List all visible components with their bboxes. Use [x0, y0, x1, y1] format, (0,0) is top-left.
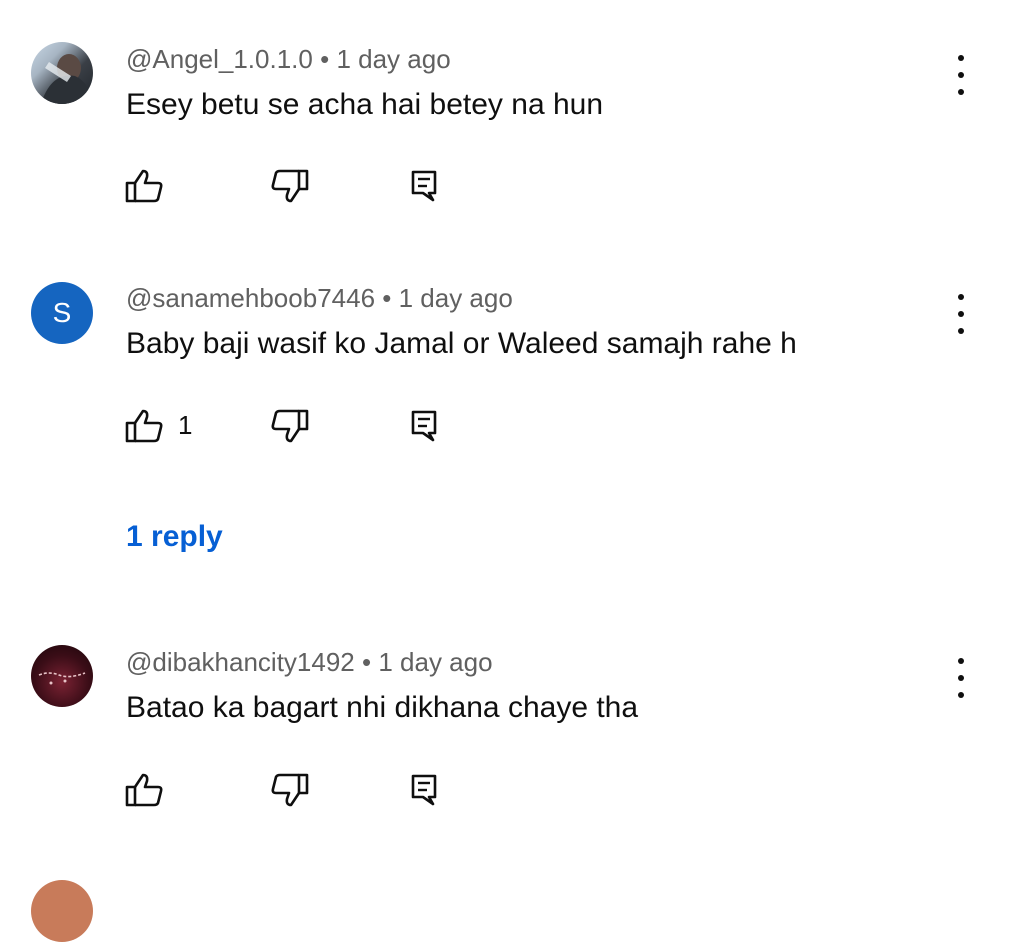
comment-text: Baby baji wasif ko Jamal or Waleed samaj… [126, 327, 797, 360]
thumbs-up-icon [125, 409, 163, 443]
comment-author[interactable]: @Angel_1.0.1.0 [126, 44, 313, 74]
comment-actions: 1 [124, 406, 464, 446]
avatar[interactable]: S [31, 282, 93, 344]
comment-actions [124, 770, 464, 810]
reply-button[interactable] [404, 770, 444, 810]
reply-icon [411, 774, 437, 806]
thumbs-up-icon [125, 773, 163, 807]
more-vertical-icon [958, 294, 964, 300]
reply-button[interactable] [404, 166, 444, 206]
thumbs-up-icon [125, 169, 163, 203]
comment-author[interactable]: @sanamehboob7446 [126, 283, 375, 313]
comment-text: Esey betu se acha hai betey na hun [126, 88, 604, 121]
avatar-image-icon [38, 672, 86, 685]
more-vertical-icon [958, 658, 964, 664]
like-count: 1 [178, 410, 193, 440]
more-actions-button[interactable] [948, 658, 974, 698]
avatar[interactable] [31, 645, 93, 707]
comment-meta: @dibakhancity1492 • 1 day ago [126, 647, 493, 678]
like-button[interactable] [124, 166, 164, 206]
meta-separator: • [362, 647, 372, 677]
avatar[interactable] [31, 42, 93, 104]
dislike-button[interactable] [270, 406, 310, 446]
comment-time[interactable]: 1 day ago [336, 44, 450, 74]
meta-separator: • [382, 283, 392, 313]
more-actions-button[interactable] [948, 294, 974, 334]
comment-author[interactable]: @dibakhancity1492 [126, 647, 355, 677]
comment-time[interactable]: 1 day ago [399, 283, 513, 313]
more-vertical-icon [958, 55, 964, 61]
dislike-button[interactable] [270, 770, 310, 810]
thumbs-down-icon [271, 773, 309, 807]
thumbs-down-icon [271, 169, 309, 203]
reply-icon [411, 410, 437, 442]
avatar-photo-icon [41, 54, 93, 104]
reply-icon [411, 170, 437, 202]
comment-actions [124, 166, 464, 206]
comment-time[interactable]: 1 day ago [378, 647, 492, 677]
avatar-letter: S [52, 297, 72, 328]
comment-meta: @sanamehboob7446 • 1 day ago [126, 283, 513, 314]
like-button[interactable] [124, 406, 164, 446]
reply-button[interactable] [404, 406, 444, 446]
avatar[interactable] [31, 880, 93, 942]
more-actions-button[interactable] [948, 55, 974, 95]
dislike-button[interactable] [270, 166, 310, 206]
comment-meta: @Angel_1.0.1.0 • 1 day ago [126, 44, 451, 75]
thumbs-down-icon [271, 409, 309, 443]
meta-separator: • [320, 44, 330, 74]
like-button[interactable] [124, 770, 164, 810]
view-replies-link[interactable]: 1 reply [126, 520, 223, 554]
comment-text: Batao ka bagart nhi dikhana chaye tha [126, 691, 639, 724]
